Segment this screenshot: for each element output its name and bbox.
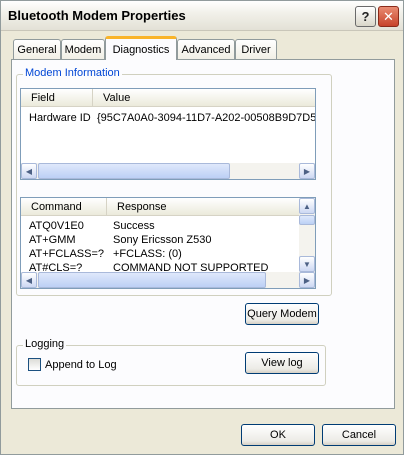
scroll-right-arrow-icon[interactable]: ▶	[299, 163, 315, 179]
tab-modem[interactable]: Modem	[61, 39, 105, 59]
command-cell: AT+GMM	[29, 234, 76, 246]
scroll-up-arrow-icon[interactable]: ▲	[299, 198, 315, 214]
query-modem-button[interactable]: Query Modem	[245, 303, 319, 325]
modem-information-legend: Modem Information	[23, 67, 122, 79]
scroll-left-arrow-icon[interactable]: ◀	[21, 272, 37, 288]
scroll-thumb[interactable]	[38, 272, 266, 288]
response-cell: Success	[113, 220, 155, 232]
scroll-left-arrow-icon[interactable]: ◀	[21, 163, 37, 179]
column-header-command[interactable]: Command	[21, 198, 107, 216]
close-button[interactable]: ✕	[378, 6, 399, 27]
tab-diagnostics[interactable]: Diagnostics	[105, 36, 177, 60]
response-cell: +FCLASS: (0)	[113, 248, 182, 260]
tab-advanced[interactable]: Advanced	[177, 39, 235, 59]
logging-legend: Logging	[23, 338, 67, 350]
diagnostics-header: Command Response	[21, 198, 299, 216]
response-cell: Sony Ericsson Z530	[113, 234, 212, 246]
column-header-value[interactable]: Value	[93, 89, 315, 107]
column-header-field[interactable]: Field	[21, 89, 93, 107]
command-cell: ATQ0V1E0	[29, 220, 84, 232]
cancel-button[interactable]: Cancel	[322, 424, 396, 446]
scroll-right-arrow-icon[interactable]: ▶	[299, 272, 315, 288]
properties-dialog: Bluetooth Modem Properties ? ✕ General M…	[0, 0, 404, 455]
modem-info-hscrollbar[interactable]: ◀ ▶	[21, 163, 315, 179]
view-log-button[interactable]: View log	[245, 352, 319, 374]
ok-button[interactable]: OK	[241, 424, 315, 446]
append-to-log-label[interactable]: Append to Log	[45, 358, 117, 372]
diagnostics-panel: Modem Information Field Value Hardware I…	[11, 59, 395, 409]
diagnostics-hscrollbar[interactable]: ◀ ▶	[21, 272, 315, 288]
diagnostics-vscrollbar[interactable]: ▲ ▼	[299, 198, 315, 272]
help-button[interactable]: ?	[355, 6, 376, 27]
append-to-log-checkbox[interactable]	[28, 358, 41, 371]
scroll-down-arrow-icon[interactable]: ▼	[299, 256, 315, 272]
field-cell: Hardware ID	[29, 112, 91, 124]
scroll-thumb[interactable]	[38, 163, 230, 179]
tab-driver[interactable]: Driver	[235, 39, 277, 59]
modem-info-header: Field Value	[21, 89, 315, 107]
window-title: Bluetooth Modem Properties	[8, 8, 186, 23]
command-cell: AT+FCLASS=?	[29, 248, 104, 260]
modem-info-list[interactable]: Field Value Hardware ID {95C7A0A0-3094-1…	[20, 88, 316, 180]
tab-general[interactable]: General	[13, 39, 61, 59]
value-cell: {95C7A0A0-3094-11D7-A202-00508B9D7D5	[97, 112, 316, 124]
diagnostics-list[interactable]: Command Response ATQ0V1E0 Success AT+GMM…	[20, 197, 316, 289]
title-bar[interactable]: Bluetooth Modem Properties ? ✕	[1, 1, 403, 31]
vscroll-thumb[interactable]	[299, 215, 315, 225]
column-header-response[interactable]: Response	[107, 198, 301, 216]
